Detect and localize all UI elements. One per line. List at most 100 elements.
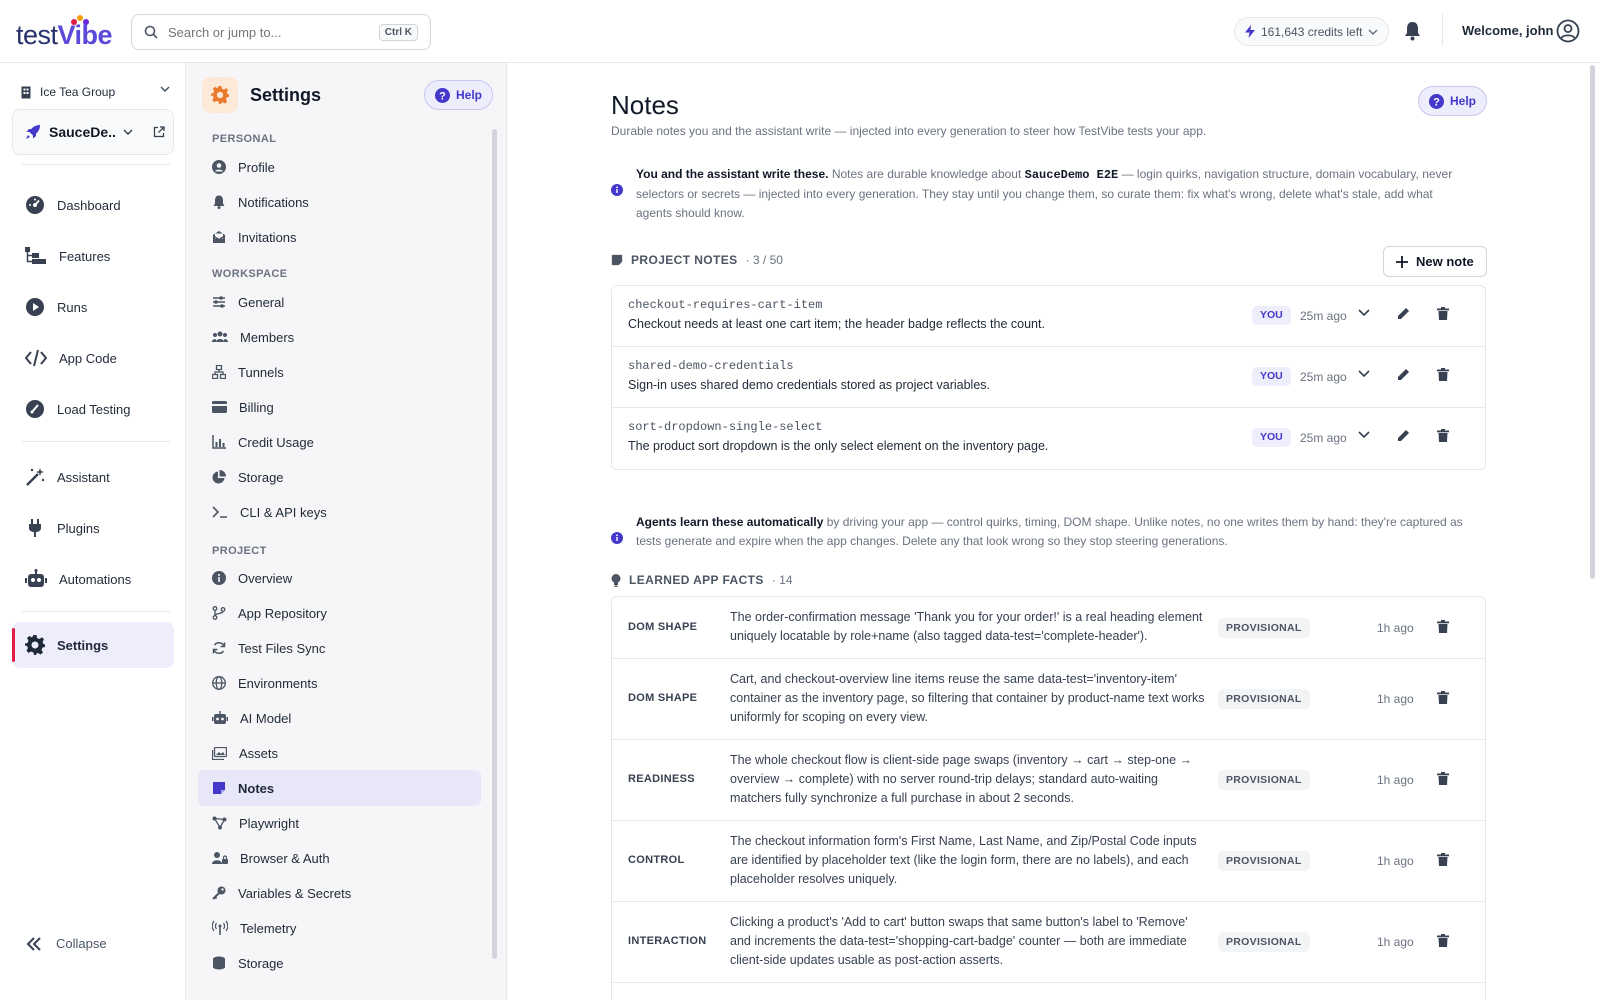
settings-item-billing[interactable]: Billing: [198, 389, 481, 425]
settings-item-overview[interactable]: Overview: [198, 560, 481, 596]
trash-icon[interactable]: [1437, 934, 1449, 947]
settings-item-storage-project[interactable]: Storage: [198, 945, 481, 981]
help-label: Help: [456, 88, 483, 102]
settings-item-notes[interactable]: Notes: [198, 770, 481, 806]
note-row[interactable]: sort-dropdown-single-select The product …: [612, 408, 1485, 469]
envelope-open-icon: [212, 230, 226, 244]
settings-scrollbar[interactable]: [492, 129, 497, 959]
external-link-icon[interactable]: [153, 126, 165, 138]
trash-icon[interactable]: [1437, 620, 1449, 633]
chevron-down-icon[interactable]: [1358, 370, 1370, 378]
nav-load-testing[interactable]: Load Testing: [12, 386, 174, 432]
nav-settings[interactable]: Settings: [12, 622, 174, 668]
page-subtitle: Durable notes you and the assistant writ…: [611, 124, 1207, 138]
fact-category: INTERACTION: [628, 935, 707, 947]
nav-plugins[interactable]: Plugins: [12, 505, 174, 551]
collapse-button[interactable]: Collapse: [26, 936, 107, 951]
settings-item-assets[interactable]: Assets: [198, 735, 481, 771]
nav-app-code[interactable]: App Code: [12, 335, 174, 381]
settings-title: Settings: [250, 84, 322, 105]
chevron-down-icon[interactable]: [123, 129, 133, 135]
settings-item-app-repository[interactable]: App Repository: [198, 595, 481, 631]
settings-item-storage[interactable]: Storage: [198, 459, 481, 495]
settings-item-environments[interactable]: Environments: [198, 665, 481, 701]
main-scrollbar[interactable]: [1590, 65, 1595, 579]
status-badge: PROVISIONAL: [1218, 689, 1310, 709]
nav-runs[interactable]: Runs: [12, 284, 174, 330]
settings-help-button[interactable]: ? Help: [424, 80, 494, 110]
nav-divider: [22, 164, 170, 165]
testvibe-logo[interactable]: testVibe: [16, 14, 120, 50]
settings-item-profile[interactable]: Profile: [198, 149, 481, 185]
page-help-button[interactable]: ? Help: [1418, 86, 1488, 116]
pencil-icon[interactable]: [1397, 429, 1410, 442]
nav-dashboard[interactable]: Dashboard: [12, 182, 174, 228]
callout-bold: You and the assistant write these.: [636, 167, 829, 181]
note-body: Checkout needs at least one cart item; t…: [628, 317, 1045, 331]
logo-prefix: test: [16, 20, 58, 50]
settings-item-credit-usage[interactable]: Credit Usage: [198, 424, 481, 460]
settings-item-invitations[interactable]: Invitations: [198, 219, 481, 255]
fact-row: INTERACTION Clicking a product's 'Add to…: [612, 902, 1485, 983]
user-avatar-icon[interactable]: [1556, 19, 1580, 43]
status-badge: PROVISIONAL: [1218, 851, 1310, 871]
plus-icon: [1396, 255, 1408, 268]
note-time: 25m ago: [1300, 309, 1347, 323]
welcome-text[interactable]: Welcome, john: [1462, 23, 1554, 38]
settings-item-label: Billing: [239, 399, 274, 415]
settings-item-label: Overview: [238, 570, 293, 586]
chevron-down-icon[interactable]: [1358, 309, 1370, 317]
search-box[interactable]: Ctrl K: [131, 14, 431, 50]
trash-icon[interactable]: [1437, 853, 1449, 866]
fact-text: Cart, and checkout-overview line items r…: [730, 672, 1205, 724]
settings-item-ai-model[interactable]: AI Model: [198, 700, 481, 736]
status-badge: PROVISIONAL: [1218, 932, 1310, 952]
bell-icon[interactable]: [1404, 21, 1421, 41]
trash-icon[interactable]: [1437, 429, 1449, 442]
search-input[interactable]: [168, 21, 368, 43]
org-switcher[interactable]: Ice Tea Group: [20, 81, 170, 103]
settings-item-label: Profile: [238, 159, 275, 175]
settings-item-notifications[interactable]: Notifications: [198, 184, 481, 220]
trash-icon[interactable]: [1437, 368, 1449, 381]
nav-automations[interactable]: Automations: [12, 556, 174, 602]
settings-item-tunnels[interactable]: Tunnels: [198, 354, 481, 390]
settings-item-members[interactable]: Members: [198, 319, 481, 355]
database-icon: [212, 956, 226, 970]
note-row[interactable]: shared-demo-credentials Sign-in uses sha…: [612, 347, 1485, 408]
settings-item-cli-api-keys[interactable]: CLI & API keys: [198, 494, 481, 530]
note-title: sort-dropdown-single-select: [628, 420, 823, 434]
pencil-icon[interactable]: [1397, 307, 1410, 320]
gear-icon: [25, 635, 45, 655]
credit-card-icon: [212, 401, 227, 413]
project-switcher[interactable]: SauceDe...: [12, 109, 174, 155]
chevron-down-icon[interactable]: [1358, 431, 1370, 439]
settings-item-variables-secrets[interactable]: Variables & Secrets: [198, 875, 481, 911]
trash-icon[interactable]: [1437, 691, 1449, 704]
pencil-icon[interactable]: [1397, 368, 1410, 381]
nav-assistant[interactable]: Assistant: [12, 454, 174, 500]
author-badge: YOU: [1252, 367, 1291, 386]
status-badge: PROVISIONAL: [1218, 770, 1310, 790]
new-note-button[interactable]: New note: [1383, 246, 1487, 277]
trash-icon[interactable]: [1437, 772, 1449, 785]
note-row[interactable]: checkout-requires-cart-item Checkout nee…: [612, 286, 1485, 347]
credits-button[interactable]: 161,643 credits left: [1234, 17, 1390, 46]
callout-bold: Agents learn these automatically: [636, 515, 824, 529]
info-icon: [611, 532, 623, 544]
collapse-label: Collapse: [56, 936, 107, 951]
nav-features[interactable]: Features: [12, 233, 174, 279]
settings-item-general[interactable]: General: [198, 284, 481, 320]
settings-item-test-files-sync[interactable]: Test Files Sync: [198, 630, 481, 666]
settings-item-label: Members: [240, 329, 295, 345]
trash-icon[interactable]: [1437, 307, 1449, 320]
nav-label: Automations: [59, 571, 132, 587]
note-title: checkout-requires-cart-item: [628, 298, 823, 312]
settings-item-playwright[interactable]: Playwright: [198, 805, 481, 841]
note-body: Sign-in uses shared demo credentials sto…: [628, 378, 990, 392]
project-name: SauceDe...: [49, 124, 115, 140]
key-icon: [212, 886, 226, 900]
settings-item-browser-auth[interactable]: Browser & Auth: [198, 840, 481, 876]
settings-item-telemetry[interactable]: Telemetry: [198, 910, 481, 946]
info-circle-icon: [212, 571, 226, 585]
